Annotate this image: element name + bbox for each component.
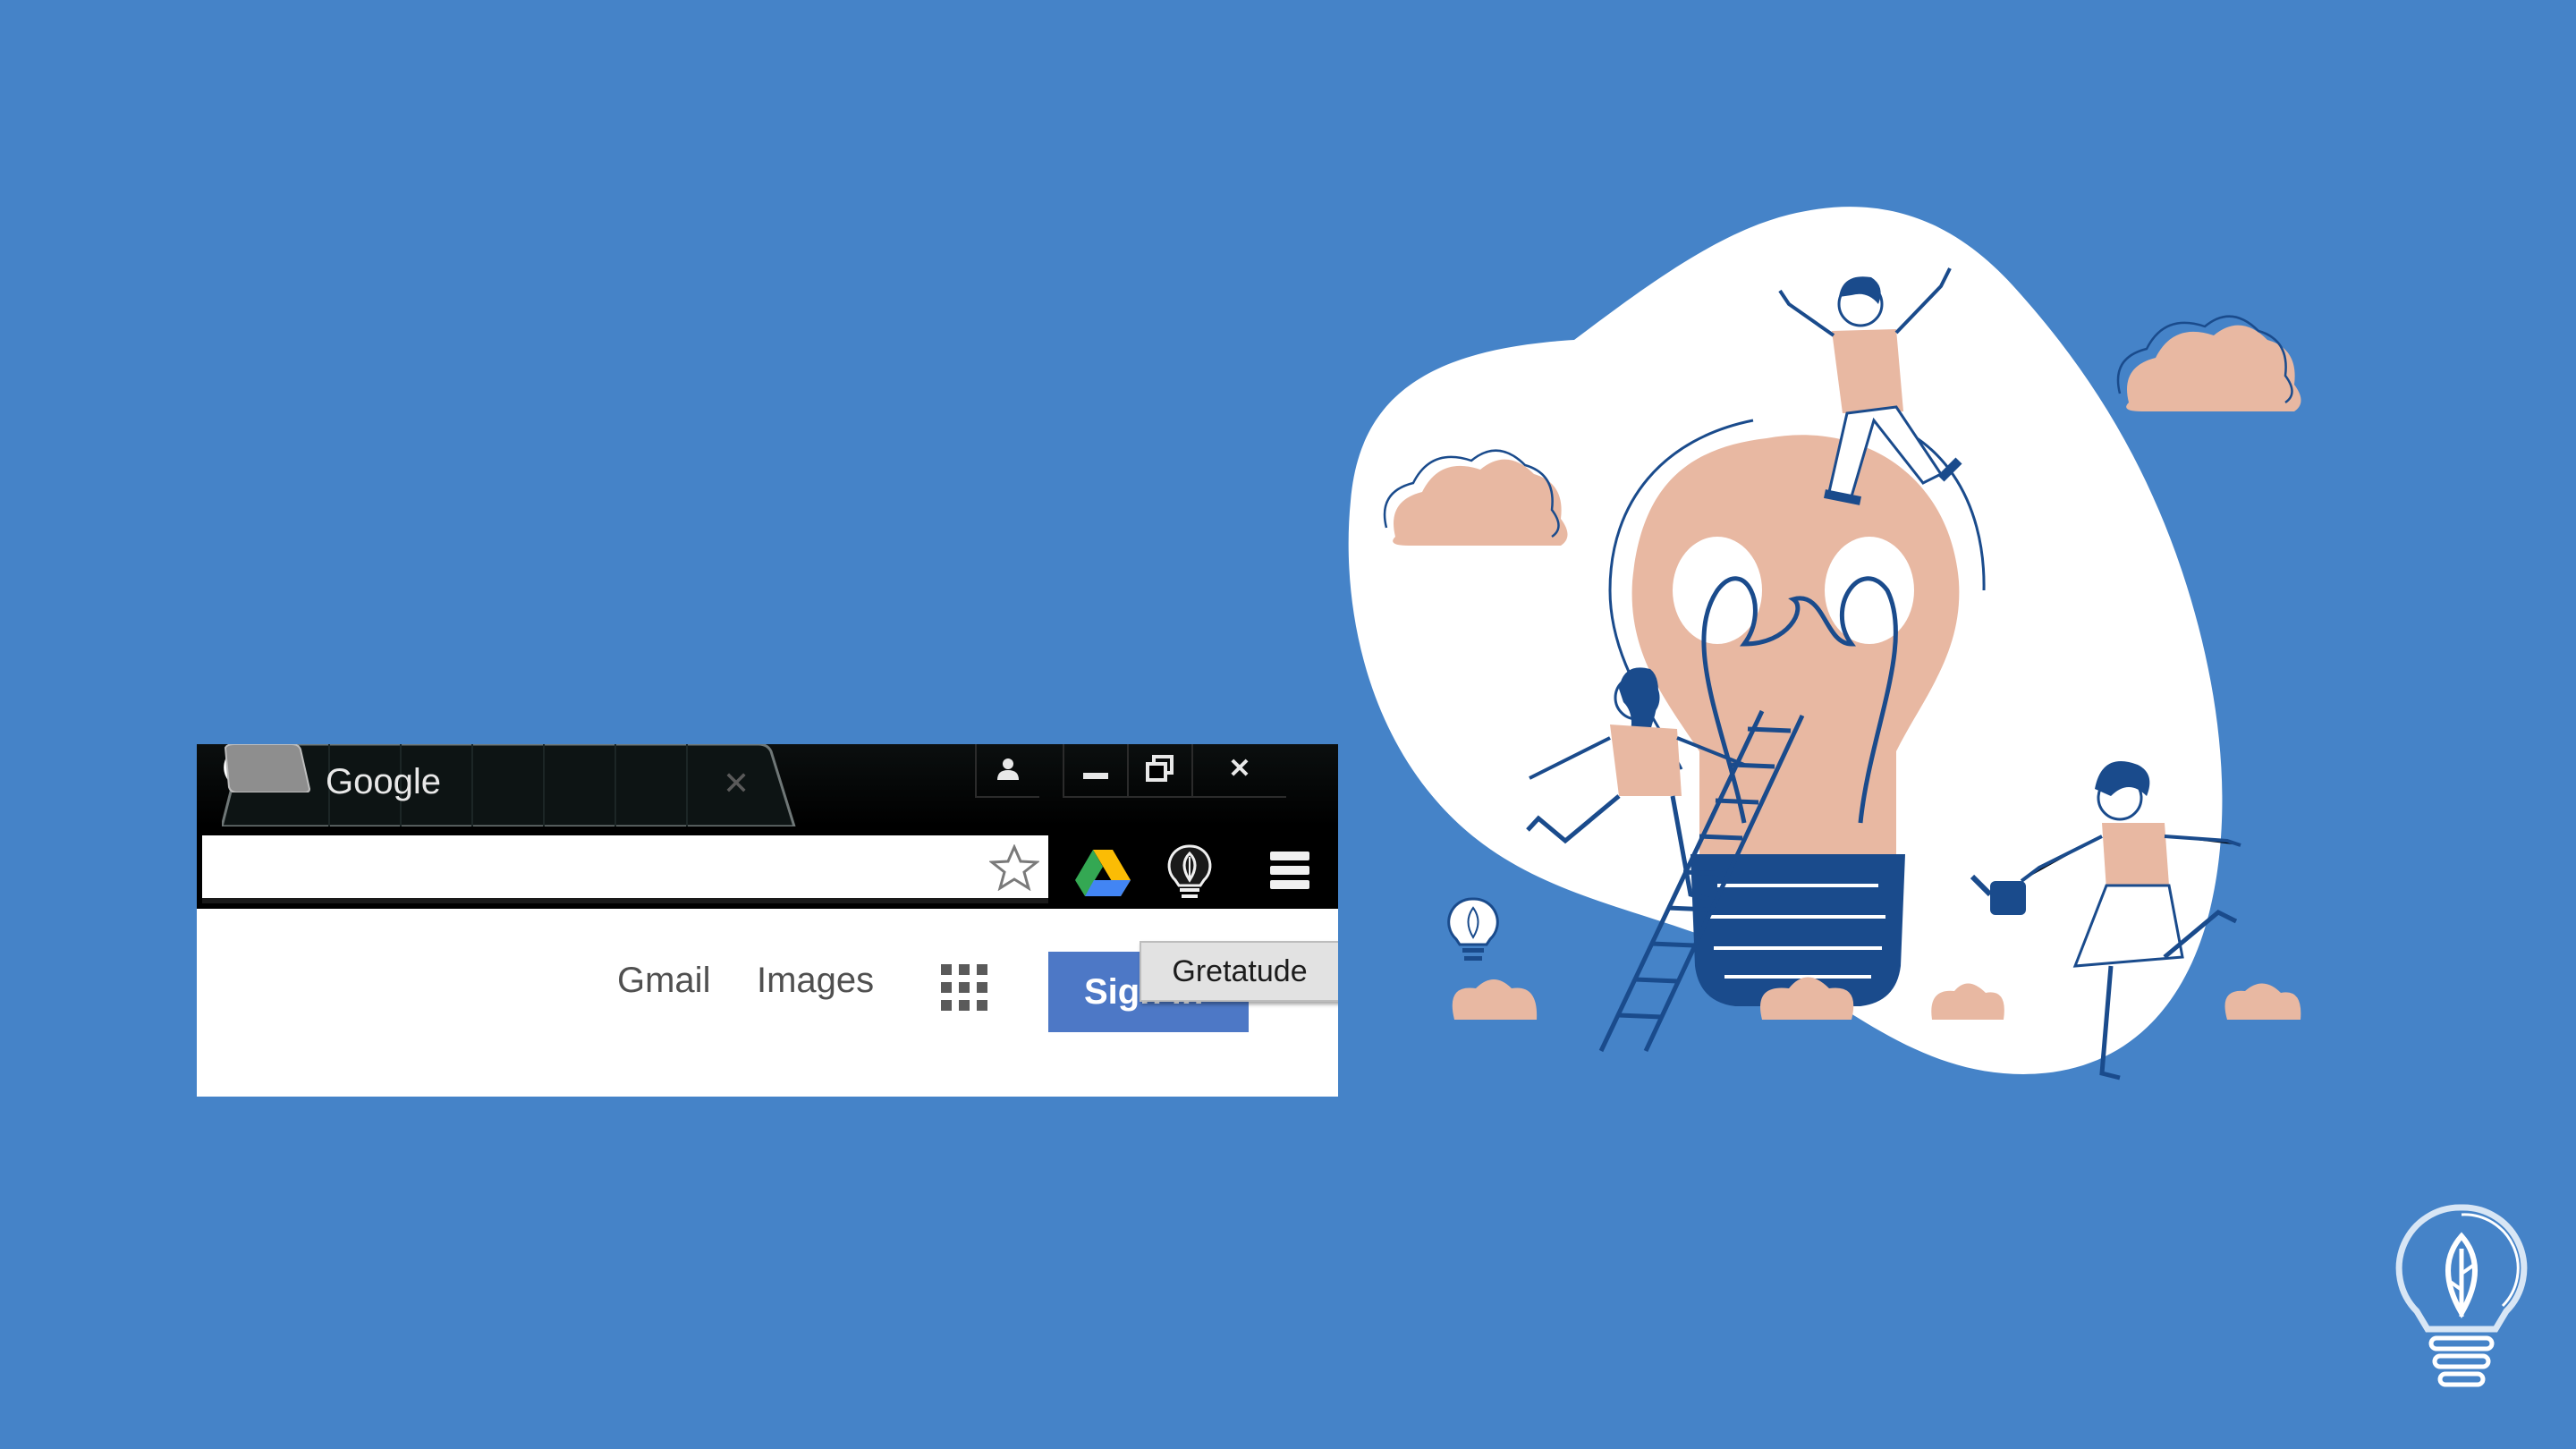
apps-grid-icon[interactable] <box>939 962 989 1013</box>
cloud-right <box>2116 315 2301 411</box>
extension-tooltip: Gretatude <box>1140 941 1338 1002</box>
tab-close-icon[interactable]: ✕ <box>723 764 750 803</box>
browser-toolbar <box>197 826 1338 909</box>
lightbulb-illustration <box>1348 207 2301 1080</box>
browser-tab[interactable]: Google ✕ <box>222 744 973 826</box>
google-drive-icon[interactable] <box>1075 848 1131 898</box>
tab-title: Google <box>326 762 441 801</box>
browser-screenshot: Google ✕ ✕ Gmail Images Sign Gretatude <box>197 744 1338 1097</box>
google-homepage-header: Gmail Images Sign in Gretatude <box>197 909 1338 1097</box>
close-icon: ✕ <box>1228 754 1251 784</box>
minimize-icon <box>1083 773 1108 779</box>
profile-icon <box>997 758 1019 780</box>
hamburger-menu-icon[interactable] <box>1270 852 1309 893</box>
small-lightbulb-icon <box>1447 897 1538 1020</box>
gmail-link[interactable]: Gmail <box>617 961 710 1001</box>
restore-button[interactable] <box>1127 744 1191 798</box>
bush-right <box>2224 983 2301 1020</box>
close-window-button[interactable]: ✕ <box>1191 744 1286 798</box>
restore-icon <box>1146 755 1174 782</box>
new-tab-button[interactable] <box>222 744 311 792</box>
star-icon[interactable] <box>989 844 1039 891</box>
minimize-button[interactable] <box>1063 744 1127 798</box>
gretatude-logo-icon <box>2395 1204 2528 1387</box>
address-bar[interactable] <box>202 835 1048 903</box>
images-link[interactable]: Images <box>757 961 874 1001</box>
lightbulb-leaf-icon[interactable] <box>1165 843 1215 902</box>
profile-button[interactable] <box>975 744 1039 798</box>
tab-strip: Google ✕ ✕ <box>197 744 1338 826</box>
